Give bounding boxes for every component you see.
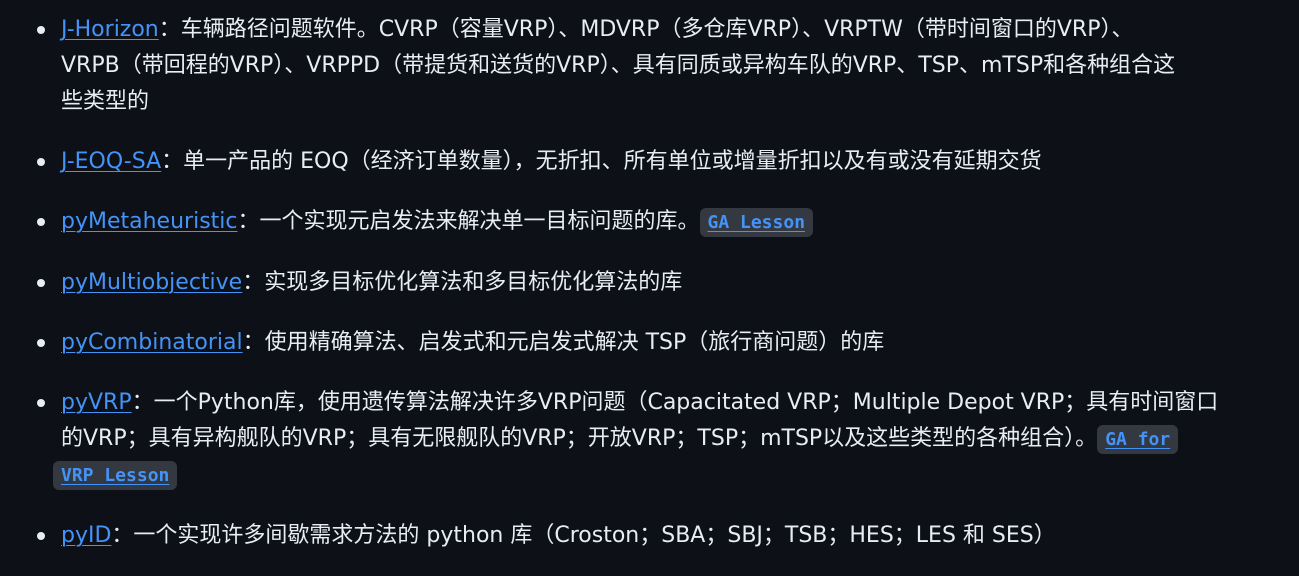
- bullet-icon: [37, 26, 45, 34]
- list-item: pyMetaheuristic：一个实现元启发法来解决单一目标问题的库。 GA L…: [37, 204, 1261, 240]
- list-item: pyCombinatorial：使用精确算法、启发式和元启发式解决 TSP（旅行…: [37, 325, 1261, 361]
- link-j-eoq-sa[interactable]: J-EOQ-SA: [61, 149, 161, 174]
- list-item: J-EOQ-SA：单一产品的 EOQ（经济订单数量），无折扣、所有单位或增量折扣…: [37, 144, 1261, 180]
- list-item-line: J-Horizon：车辆路径问题软件。CVRP（容量VRP）、MDVRP（多仓库…: [61, 12, 1261, 48]
- list-item-text: 的VRP；具有异构舰队的VRP；具有无限舰队的VRP；开放VRP；TSP；mTS…: [61, 426, 1098, 451]
- bullet-icon: [37, 158, 45, 166]
- list-item: J-Horizon：车辆路径问题软件。CVRP（容量VRP）、MDVRP（多仓库…: [37, 12, 1261, 120]
- ga-for-vrp-lesson-link[interactable]: GA for: [1097, 425, 1179, 454]
- list-item: pyID：一个实现许多间歇需求方法的 python 库（Croston；SBA；…: [37, 518, 1261, 554]
- list-item: pyVRP：一个Python库，使用遗传算法解决许多VRP问题（Capacita…: [37, 385, 1261, 493]
- bullet-icon: [37, 399, 45, 407]
- list-item-line: pyCombinatorial：使用精确算法、启发式和元启发式解决 TSP（旅行…: [61, 325, 1261, 361]
- bullet-icon: [37, 532, 45, 540]
- list-item-text: ：一个Python库，使用遗传算法解决许多VRP问题（Capacitated V…: [131, 390, 1219, 415]
- link-j-horizon[interactable]: J-Horizon: [61, 17, 159, 42]
- list-item-line: VRP Lesson: [53, 457, 1261, 493]
- list-item-text: ：实现多目标优化算法和多目标优化算法的库: [242, 270, 683, 295]
- list-item-line: pyVRP：一个Python库，使用遗传算法解决许多VRP问题（Capacita…: [61, 385, 1261, 421]
- list-item-line: 的VRP；具有异构舰队的VRP；具有无限舰队的VRP；开放VRP；TSP；mTS…: [61, 421, 1261, 457]
- list-item-text: VRPB（带回程的VRP）、VRPPD（带提货和送货的VRP）、具有同质或异构车…: [61, 53, 1176, 78]
- ga-lesson-link[interactable]: GA Lesson: [699, 208, 814, 237]
- list-item: pyMultiobjective：实现多目标优化算法和多目标优化算法的库: [37, 265, 1261, 301]
- list-item-line: J-EOQ-SA：单一产品的 EOQ（经济订单数量），无折扣、所有单位或增量折扣…: [61, 144, 1261, 180]
- link-pycombinatorial[interactable]: pyCombinatorial: [61, 330, 243, 355]
- bullet-icon: [37, 218, 45, 226]
- link-pyid[interactable]: pyID: [61, 523, 111, 548]
- list-item-text: ：使用精确算法、启发式和元启发式解决 TSP（旅行商问题）的库: [242, 330, 885, 355]
- link-pyvrp[interactable]: pyVRP: [61, 390, 132, 415]
- ga-for-vrp-lesson-link-cont[interactable]: VRP Lesson: [53, 461, 178, 490]
- list-item-text: ：单一产品的 EOQ（经济订单数量），无折扣、所有单位或增量折扣以及有或没有延期…: [161, 149, 1042, 174]
- list-item-line: pyMultiobjective：实现多目标优化算法和多目标优化算法的库: [61, 265, 1261, 301]
- list-item-line: pyMetaheuristic：一个实现元启发法来解决单一目标问题的库。 GA L…: [61, 204, 1261, 240]
- link-pymultiobjective[interactable]: pyMultiobjective: [61, 270, 242, 295]
- link-pymetaheuristic[interactable]: pyMetaheuristic: [61, 209, 237, 234]
- bullet-icon: [37, 339, 45, 347]
- list-item-text: ：车辆路径问题软件。CVRP（容量VRP）、MDVRP（多仓库VRP）、VRPT…: [158, 17, 1134, 42]
- list-item-text: ：一个实现许多间歇需求方法的 python 库（Croston；SBA；SBJ；…: [111, 523, 1056, 548]
- list-item-text: ：一个实现元启发法来解决单一目标问题的库。: [237, 209, 700, 234]
- bullet-icon: [37, 279, 45, 287]
- list-item-text: 些类型的: [61, 89, 150, 114]
- list-item-line: pyID：一个实现许多间歇需求方法的 python 库（Croston；SBA；…: [61, 518, 1261, 554]
